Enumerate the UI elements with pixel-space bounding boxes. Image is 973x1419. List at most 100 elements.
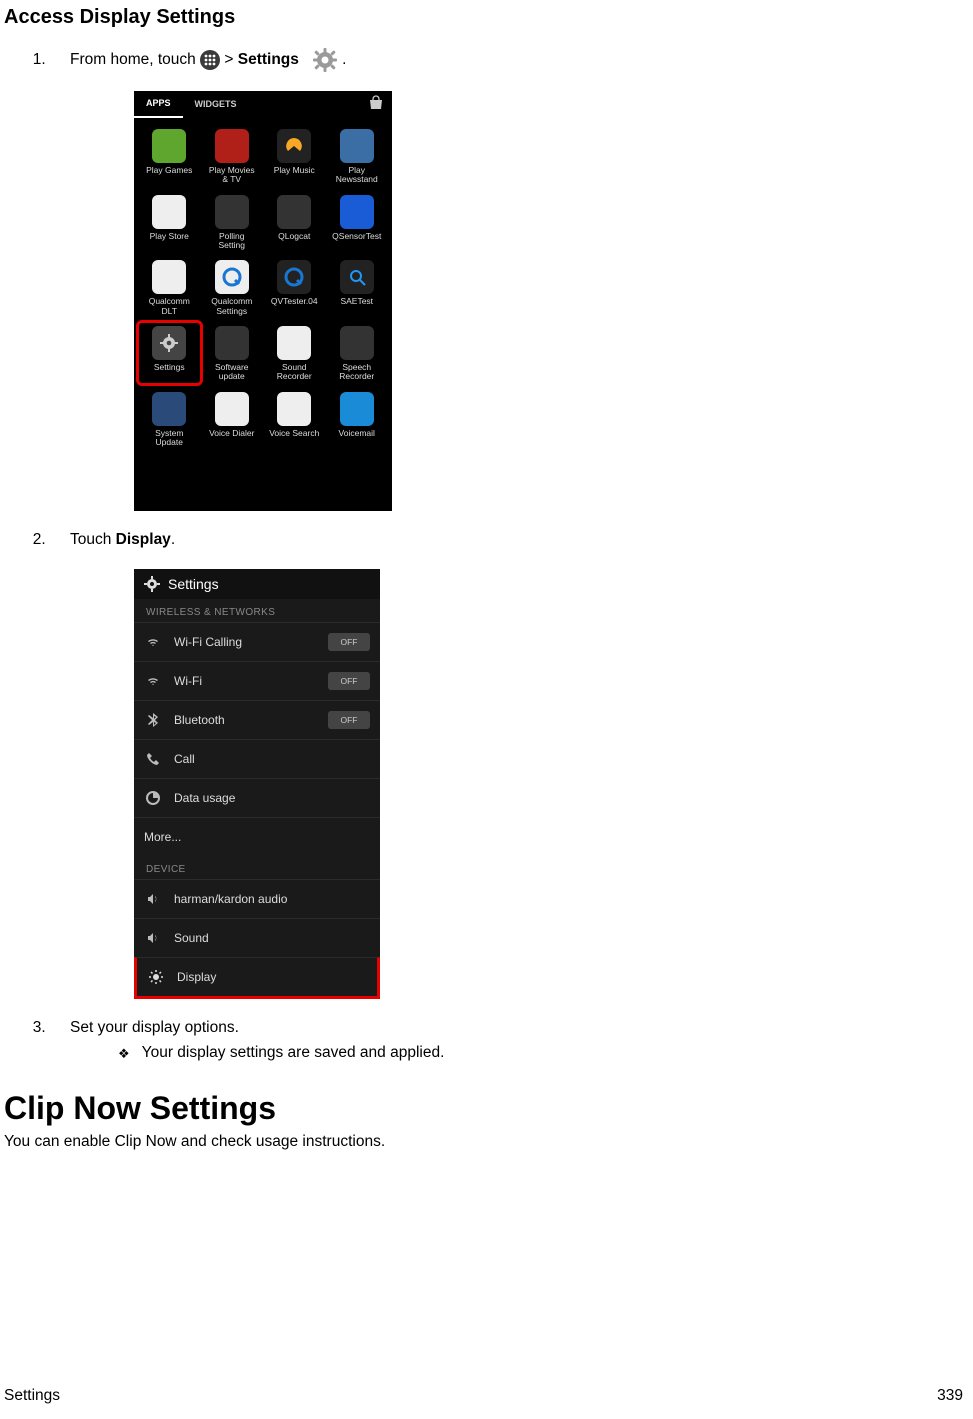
app-label: Voicemail: [339, 429, 375, 447]
phone-screenshot-apps: APPS WIDGETS Play GamesPlay Movies & TVP…: [134, 91, 392, 511]
app-cell: Play Newsstand: [326, 125, 389, 187]
step2-suffix: .: [171, 531, 175, 548]
settings-row: More...: [134, 817, 380, 856]
settings-header-label: Settings: [168, 576, 219, 592]
app-icon: [277, 392, 311, 426]
step-1: From home, touch > Settings: [50, 47, 973, 511]
app-icon: [340, 326, 374, 360]
app-label: Voice Dialer: [209, 429, 254, 447]
app-icon: [152, 129, 186, 163]
app-cell: Qualcomm Settings: [201, 256, 264, 318]
row-icon: [144, 931, 162, 945]
app-cell: QSensorTest: [326, 191, 389, 253]
row-icon: [147, 970, 165, 984]
settings-row: Wi-FiOFF: [134, 661, 380, 700]
row-icon: [144, 674, 162, 688]
app-icon: [152, 195, 186, 229]
app-cell: Speech Recorder: [326, 322, 389, 384]
row-label: Wi-Fi: [174, 674, 328, 688]
app-label: QVTester.04: [271, 297, 318, 315]
settings-row: harman/kardon audio: [134, 879, 380, 918]
gear-icon: [312, 47, 338, 73]
app-label: Play Music: [274, 166, 315, 184]
app-icon: [215, 326, 249, 360]
diamond-bullet-icon: ❖: [118, 1046, 130, 1062]
row-label: Call: [174, 752, 370, 766]
app-cell: SAETest: [326, 256, 389, 318]
app-cell: QVTester.04: [263, 256, 326, 318]
shop-icon: [368, 95, 384, 111]
toggle-off: OFF: [328, 672, 370, 690]
app-label: Settings: [154, 363, 185, 381]
row-label: Sound: [174, 931, 370, 945]
settings-header: Settings: [134, 569, 380, 599]
app-cell: Play Games: [138, 125, 201, 187]
row-icon: [144, 791, 162, 805]
app-icon: [215, 260, 249, 294]
row-label: Data usage: [174, 791, 370, 805]
app-icon: [215, 392, 249, 426]
step2-prefix: Touch: [70, 531, 116, 548]
app-cell: Play Movies & TV: [201, 125, 264, 187]
step-2: Touch Display. Settings WIRELESS & NETWO…: [50, 529, 973, 999]
step3-text: Set your display options.: [70, 1019, 239, 1036]
device-caption: DEVICE: [134, 856, 380, 879]
app-label: Voice Search: [269, 429, 319, 447]
app-icon: [215, 129, 249, 163]
step1-sep: >: [224, 51, 237, 68]
app-label: Play Store: [150, 232, 189, 250]
step1-suffix: .: [342, 51, 346, 68]
app-icon: [152, 260, 186, 294]
tab-widgets: WIDGETS: [183, 91, 249, 117]
settings-row: Call: [134, 739, 380, 778]
row-label: Wi-Fi Calling: [174, 635, 328, 649]
footer-left: Settings: [4, 1387, 60, 1405]
result-text: Your display settings are saved and appl…: [142, 1044, 445, 1062]
settings-row: Display: [134, 957, 380, 999]
app-label: Speech Recorder: [339, 363, 374, 382]
phone-screenshot-settings: Settings WIRELESS & NETWORKS Wi-Fi Calli…: [134, 569, 380, 999]
wireless-caption: WIRELESS & NETWORKS: [134, 599, 380, 622]
row-label: More...: [144, 830, 370, 844]
app-icon: [340, 260, 374, 294]
app-cell: Voicemail: [326, 388, 389, 450]
step-3: Set your display options. ❖ Your display…: [50, 1017, 973, 1063]
app-label: Qualcomm Settings: [211, 297, 252, 316]
app-cell: Sound Recorder: [263, 322, 326, 384]
app-label: Qualcomm DLT: [149, 297, 190, 316]
h1-clip-now: Clip Now Settings: [4, 1090, 973, 1127]
app-label: SAETest: [340, 297, 373, 315]
app-label: Play Newsstand: [336, 166, 378, 185]
app-label: Play Games: [146, 166, 192, 184]
app-icon: [277, 326, 311, 360]
row-icon: [144, 635, 162, 649]
row-icon: [144, 892, 162, 906]
app-label: System Update: [155, 429, 183, 448]
app-cell: Play Store: [138, 191, 201, 253]
app-label: QLogcat: [278, 232, 310, 250]
app-label: Sound Recorder: [277, 363, 312, 382]
app-label: QSensorTest: [332, 232, 381, 250]
row-icon: [144, 752, 162, 766]
app-cell: System Update: [138, 388, 201, 450]
step1-prefix: From home, touch: [70, 51, 200, 68]
app-cell: QLogcat: [263, 191, 326, 253]
app-icon: [277, 260, 311, 294]
step1-settings-word: Settings: [238, 51, 299, 68]
settings-row: Sound: [134, 918, 380, 957]
app-label: Software update: [215, 363, 249, 382]
toggle-off: OFF: [328, 711, 370, 729]
app-icon: [340, 195, 374, 229]
app-cell: Settings: [138, 322, 201, 384]
app-cell: Qualcomm DLT: [138, 256, 201, 318]
app-label: Play Movies & TV: [209, 166, 255, 185]
app-icon: [340, 129, 374, 163]
app-icon: [152, 392, 186, 426]
app-icon: [277, 129, 311, 163]
app-cell: Polling Setting: [201, 191, 264, 253]
toggle-off: OFF: [328, 633, 370, 651]
app-cell: Voice Search: [263, 388, 326, 450]
h1-desc: You can enable Clip Now and check usage …: [4, 1133, 973, 1151]
row-label: Bluetooth: [174, 713, 328, 727]
app-icon: [215, 195, 249, 229]
